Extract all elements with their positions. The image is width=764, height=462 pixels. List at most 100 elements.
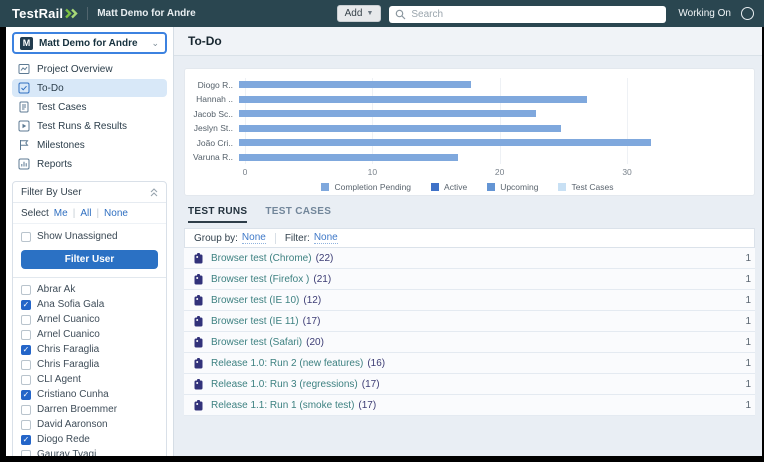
user-checkbox[interactable] bbox=[21, 315, 31, 325]
list-toolbar: Group by: None Filter: None bbox=[184, 228, 755, 248]
test-run-row[interactable]: Release 1.1: Run 1 (smoke test) (17) 1 bbox=[184, 395, 755, 416]
sidebar-nav-item[interactable]: Reports bbox=[12, 155, 167, 173]
bar-chart: Diogo R.. Hannah .. bbox=[193, 78, 742, 164]
test-run-count: (17) bbox=[358, 400, 376, 411]
test-run-right-value: 1 bbox=[745, 253, 751, 264]
user-checkbox[interactable] bbox=[21, 330, 31, 340]
user-checkbox[interactable] bbox=[21, 375, 31, 385]
user-name-label: CLI Agent bbox=[37, 374, 81, 385]
test-runs-list: Browser test (Chrome) (22) 1 Browser tes… bbox=[184, 248, 755, 416]
page-header: To-Do bbox=[174, 27, 762, 56]
chart-category-label: Diogo R.. bbox=[193, 80, 239, 90]
select-me-link[interactable]: Me bbox=[54, 208, 68, 219]
working-on-link[interactable]: Working On bbox=[678, 8, 731, 19]
test-run-count: (20) bbox=[306, 337, 324, 348]
select-all-link[interactable]: All bbox=[80, 208, 91, 219]
logo-chevrons-icon bbox=[65, 8, 78, 19]
chart-bar-track bbox=[239, 151, 734, 164]
chart-bar[interactable] bbox=[239, 96, 587, 103]
test-run-link: Release 1.1: Run 1 (smoke test) bbox=[211, 400, 354, 411]
sidebar-nav-item[interactable]: Project Overview bbox=[12, 60, 167, 78]
user-filter-row: Chris Faraglia bbox=[21, 343, 158, 356]
chart-bar[interactable] bbox=[239, 154, 458, 161]
show-unassigned-checkbox[interactable] bbox=[21, 232, 31, 242]
main-area: To-Do bbox=[174, 27, 762, 456]
collapse-icon[interactable] bbox=[150, 188, 158, 197]
sidebar-nav-item[interactable]: Test Cases bbox=[12, 98, 167, 116]
chart-bar[interactable] bbox=[239, 81, 471, 88]
test-run-link: Browser test (Chrome) bbox=[211, 253, 312, 264]
test-run-link: Browser test (Firefox ) bbox=[211, 274, 309, 285]
search-container bbox=[389, 4, 666, 23]
chart-bar-track bbox=[239, 78, 734, 91]
test-run-count: (16) bbox=[367, 358, 385, 369]
user-checkbox[interactable] bbox=[21, 345, 31, 355]
test-run-row[interactable]: Release 1.0: Run 2 (new features) (16) 1 bbox=[184, 353, 755, 374]
test-run-row[interactable]: Release 1.0: Run 3 (regressions) (17) 1 bbox=[184, 374, 755, 395]
user-avatar-icon[interactable] bbox=[741, 7, 754, 20]
user-checkbox[interactable] bbox=[21, 450, 31, 457]
tab[interactable]: TEST RUNS bbox=[188, 206, 247, 223]
user-checkbox[interactable] bbox=[21, 390, 31, 400]
nav-item-icon bbox=[18, 158, 30, 170]
chart-bar[interactable] bbox=[239, 125, 561, 132]
chart-row: Jeslyn St.. bbox=[193, 122, 742, 135]
sidebar-nav-item[interactable]: Test Runs & Results bbox=[12, 117, 167, 135]
nav-item-label: Test Runs & Results bbox=[37, 121, 127, 132]
user-checkbox[interactable] bbox=[21, 420, 31, 430]
test-run-icon bbox=[194, 253, 203, 264]
sidebar-nav-item[interactable]: Milestones bbox=[12, 136, 167, 154]
test-run-row[interactable]: Browser test (IE 10) (12) 1 bbox=[184, 290, 755, 311]
filter-value[interactable]: None bbox=[314, 232, 338, 244]
project-selector-name: Matt Demo for Andre bbox=[39, 38, 145, 49]
test-run-row[interactable]: Browser test (IE 11) (17) 1 bbox=[184, 311, 755, 332]
user-filter-row: Chris Faraglia bbox=[21, 358, 158, 371]
test-run-count: (12) bbox=[303, 295, 321, 306]
chart-bar[interactable] bbox=[239, 110, 536, 117]
test-run-link: Browser test (Safari) bbox=[211, 337, 302, 348]
test-run-link: Release 1.0: Run 2 (new features) bbox=[211, 358, 363, 369]
nav-item-label: Project Overview bbox=[37, 64, 113, 75]
user-name-label: Gaurav Tyagi bbox=[37, 449, 96, 456]
chart-legend: Completion Pending Active Upcoming bbox=[193, 179, 742, 195]
test-run-right-value: 1 bbox=[745, 274, 751, 285]
chart-x-axis: 0 10 20 30 bbox=[245, 164, 734, 179]
add-button[interactable]: Add ▼ bbox=[337, 5, 382, 22]
chart-category-label: Jeslyn St.. bbox=[193, 123, 239, 133]
select-none-link[interactable]: None bbox=[104, 208, 128, 219]
main-body: Diogo R.. Hannah .. bbox=[174, 56, 762, 456]
test-run-row[interactable]: Browser test (Safari) (20) 1 bbox=[184, 332, 755, 353]
user-name-label: Diogo Rede bbox=[37, 434, 90, 445]
filter-panel-header: Filter By User bbox=[13, 182, 166, 203]
user-filter-row: Cristiano Cunha bbox=[21, 388, 158, 401]
test-run-row[interactable]: Browser test (Chrome) (22) 1 bbox=[184, 248, 755, 269]
sidebar-nav-item[interactable]: To-Do bbox=[12, 79, 167, 97]
user-filter-row: Darren Broemmer bbox=[21, 403, 158, 416]
search-input[interactable] bbox=[389, 6, 666, 23]
nav-item-icon bbox=[18, 120, 30, 132]
legend-swatch bbox=[321, 183, 329, 191]
user-checkbox[interactable] bbox=[21, 435, 31, 445]
project-selector[interactable]: M Matt Demo for Andre ⌄ bbox=[12, 32, 167, 54]
legend-swatch bbox=[487, 183, 495, 191]
user-filter-row: Diogo Rede bbox=[21, 433, 158, 446]
group-by-value[interactable]: None bbox=[242, 232, 266, 244]
testrail-logo[interactable]: TestRail bbox=[12, 6, 78, 21]
test-run-icon bbox=[194, 400, 203, 411]
test-run-row[interactable]: Browser test (Firefox ) (21) 1 bbox=[184, 269, 755, 290]
select-shortcut-row: Select Me | All | None bbox=[13, 203, 166, 224]
test-run-right-value: 1 bbox=[745, 358, 751, 369]
nav-item-label: To-Do bbox=[37, 83, 64, 94]
user-checkbox[interactable] bbox=[21, 285, 31, 295]
user-checkbox[interactable] bbox=[21, 300, 31, 310]
user-filter-row: Arnel Cuanico bbox=[21, 328, 158, 341]
user-checkbox[interactable] bbox=[21, 405, 31, 415]
user-name-label: Chris Faraglia bbox=[37, 359, 99, 370]
user-checkbox[interactable] bbox=[21, 360, 31, 370]
nav-item-icon bbox=[18, 82, 30, 94]
test-run-count: (17) bbox=[303, 316, 321, 327]
chart-bar[interactable] bbox=[239, 139, 651, 146]
filter-user-button[interactable]: Filter User bbox=[21, 250, 158, 269]
chart-row: Varuna R.. bbox=[193, 151, 742, 164]
tab[interactable]: TEST CASES bbox=[265, 206, 331, 223]
